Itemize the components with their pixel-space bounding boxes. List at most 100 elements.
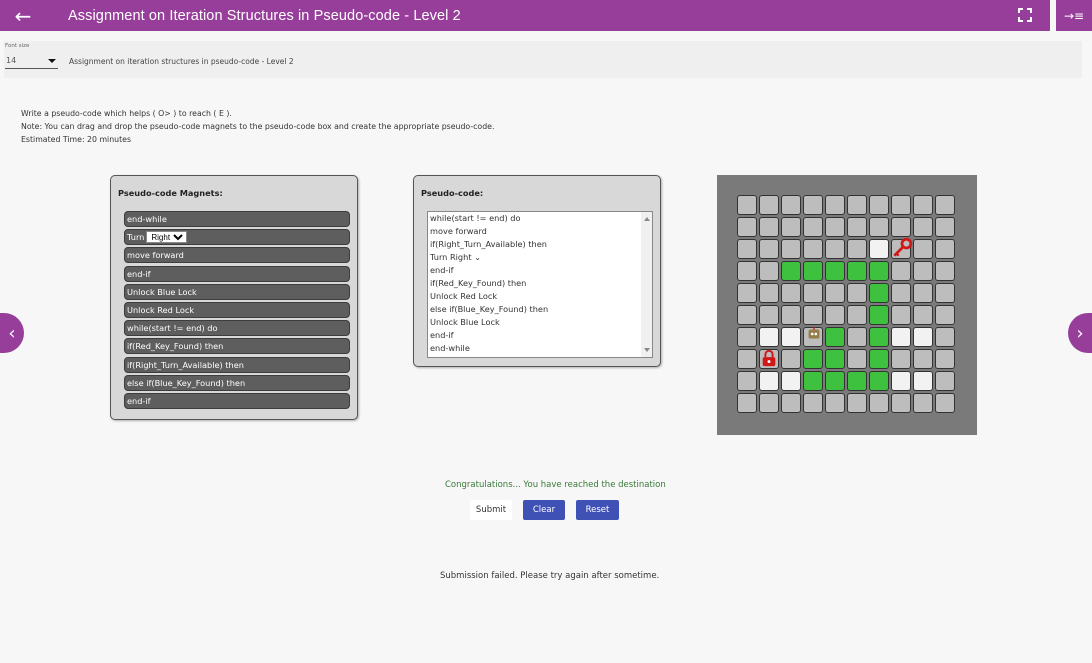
back-arrow-icon[interactable]: ← [0, 0, 46, 31]
next-arrow-icon[interactable]: › [1068, 313, 1092, 353]
code-line[interactable]: if(Red_Key_Found) then [428, 277, 652, 290]
magnet-unlock-blue-lock[interactable]: Unlock Blue Lock [124, 283, 350, 300]
code-line-turn[interactable]: Turn Right ⌄ [428, 251, 652, 264]
maze-cell [737, 217, 757, 237]
code-line[interactable]: end-while [428, 342, 652, 355]
font-size-select[interactable]: 14 [5, 54, 58, 69]
maze-cell [737, 327, 757, 347]
code-line[interactable]: end-if [428, 329, 652, 342]
maze-cell [891, 327, 911, 347]
magnets-panel-title: Pseudo-code Magnets: [118, 188, 223, 198]
red-lock-icon [762, 349, 776, 367]
maze-cell [759, 239, 779, 259]
magnet-while[interactable]: while(start != end) do [124, 320, 350, 337]
caret-down-icon [48, 59, 56, 63]
maze-cell [847, 283, 867, 303]
magnet-end-while[interactable]: end-while [124, 211, 350, 227]
maze-cell [737, 349, 757, 369]
magnet-turn[interactable]: Turn Right [124, 229, 350, 246]
maze-cell [847, 195, 867, 215]
magnet-turn-label: Turn [127, 232, 145, 243]
maze-cell [803, 305, 823, 325]
maze-grid [717, 175, 977, 435]
maze-cell [847, 305, 867, 325]
code-line[interactable]: Unlock Red Lock [428, 290, 652, 303]
maze-cell [825, 349, 845, 369]
code-turn-direction[interactable]: Right [450, 252, 472, 262]
maze-cell [869, 217, 889, 237]
maze-cell [825, 195, 845, 215]
maze-cell [891, 283, 911, 303]
maze-cell [737, 371, 757, 391]
maze-cell [935, 305, 955, 325]
maze-cell [869, 195, 889, 215]
magnet-if-right-turn[interactable]: if(Right_Turn_Available) then [124, 356, 350, 373]
sidebar-toggle-icon[interactable]: →≡ [1056, 0, 1092, 31]
scroll-up-icon[interactable] [644, 217, 650, 221]
scrollbar[interactable] [641, 212, 652, 357]
app-header: ← Assignment on Iteration Structures in … [0, 0, 1050, 31]
maze-cell [913, 327, 933, 347]
maze-cell [869, 349, 889, 369]
clear-button[interactable]: Clear [523, 500, 565, 520]
magnet-end-if[interactable]: end-if [124, 265, 350, 282]
code-line[interactable]: if(Right_Turn_Available) then [428, 238, 652, 251]
previous-arrow-icon[interactable]: ‹ [0, 313, 24, 353]
maze-cell [935, 195, 955, 215]
code-line[interactable]: while(start != end) do [428, 212, 652, 225]
maze-cell [913, 217, 933, 237]
maze-cell [759, 305, 779, 325]
scroll-down-icon[interactable] [644, 348, 650, 352]
maze-cell [781, 349, 801, 369]
font-size-value: 14 [6, 56, 17, 65]
maze-cell [825, 239, 845, 259]
maze-cell [825, 327, 845, 347]
instructions: Write a pseudo-code which helps ( O> ) t… [21, 107, 494, 146]
maze-cell [935, 283, 955, 303]
success-message: Congratulations... You have reached the … [445, 480, 666, 490]
maze-cell [825, 283, 845, 303]
turn-direction-select[interactable]: Right [146, 231, 188, 244]
maze-cell [803, 371, 823, 391]
maze-cell [803, 349, 823, 369]
chevron-down-icon[interactable]: ⌄ [474, 252, 481, 262]
page-title: Assignment on Iteration Structures in Ps… [68, 7, 461, 24]
maze-cell [847, 217, 867, 237]
maze-cell [869, 305, 889, 325]
code-line[interactable]: end-if [428, 264, 652, 277]
magnet-move-forward[interactable]: move forward [124, 247, 350, 264]
maze-cell [913, 261, 933, 281]
maze-cell [781, 261, 801, 281]
maze-cell [781, 327, 801, 347]
magnet-unlock-red-lock[interactable]: Unlock Red Lock [124, 301, 350, 318]
magnet-if-red-key[interactable]: if(Red_Key_Found) then [124, 338, 350, 355]
maze-cell [891, 195, 911, 215]
maze-cell [935, 239, 955, 259]
maze-cell [913, 393, 933, 413]
maze-cell [781, 371, 801, 391]
maze-cell [891, 261, 911, 281]
maze-cell [913, 195, 933, 215]
submit-button[interactable]: Submit [470, 500, 512, 520]
maze-cell [891, 217, 911, 237]
maze-cell [891, 349, 911, 369]
code-line[interactable]: else if(Blue_Key_Found) then [428, 303, 652, 316]
maze-cell [759, 327, 779, 347]
maze-cell [803, 239, 823, 259]
maze-cell [803, 393, 823, 413]
maze-cell [803, 261, 823, 281]
magnet-else-if-blue-key[interactable]: else if(Blue_Key_Found) then [124, 374, 350, 391]
pseudo-code-panel-title: Pseudo-code: [421, 188, 484, 198]
maze-cell [935, 371, 955, 391]
fullscreen-icon[interactable] [1018, 8, 1032, 22]
maze-cell [803, 195, 823, 215]
maze-cell [803, 217, 823, 237]
pseudo-code-box[interactable]: while(start != end) do move forward if(R… [427, 211, 653, 358]
reset-button[interactable]: Reset [576, 500, 619, 520]
maze-cell [913, 305, 933, 325]
maze-cell [825, 217, 845, 237]
code-line[interactable]: move forward [428, 225, 652, 238]
magnet-end-if[interactable]: end-if [124, 392, 350, 409]
maze-cell [891, 371, 911, 391]
code-line[interactable]: Unlock Blue Lock [428, 316, 652, 329]
